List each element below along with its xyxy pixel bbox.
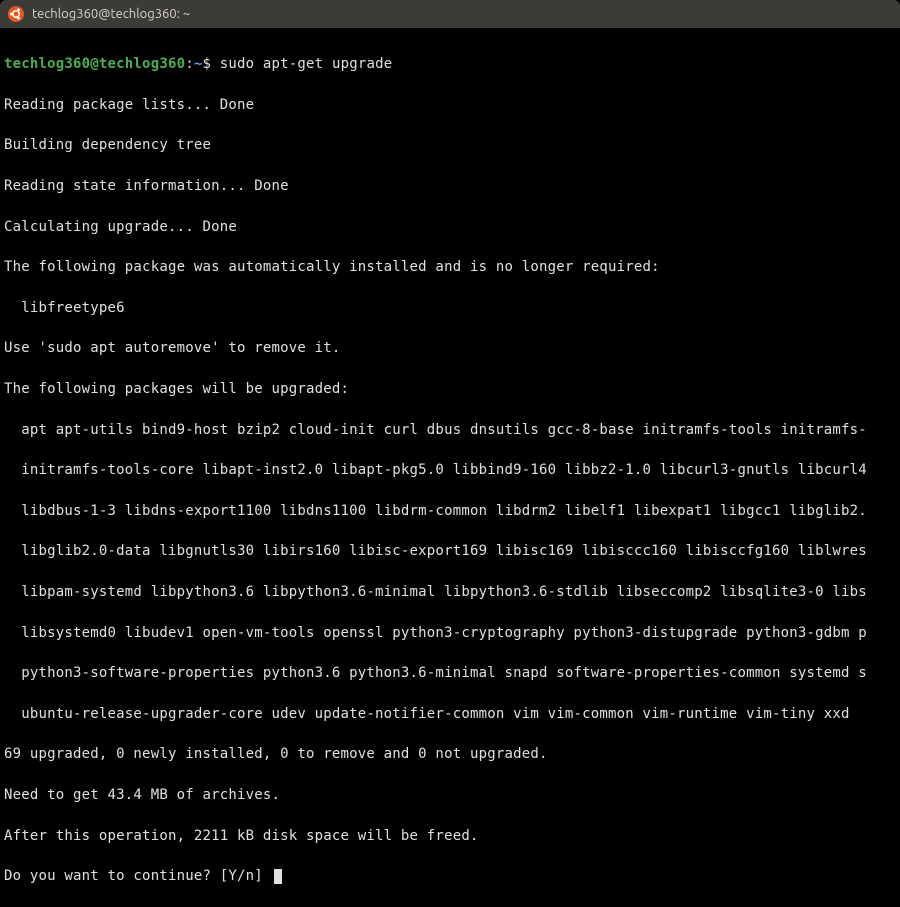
output-line: apt apt-utils bind9-host bzip2 cloud-ini… (4, 420, 896, 440)
window-titlebar[interactable]: techlog360@techlog360: ~ (0, 0, 900, 28)
output-line: libdbus-1-3 libdns-export1100 libdns1100… (4, 501, 896, 521)
output-line: libglib2.0-data libgnutls30 libirs160 li… (4, 541, 896, 561)
prompt-line: techlog360@techlog360:~$ sudo apt-get up… (4, 54, 896, 74)
output-line: Use 'sudo apt autoremove' to remove it. (4, 338, 896, 358)
output-line: Calculating upgrade... Done (4, 217, 896, 237)
output-line: Building dependency tree (4, 135, 896, 155)
output-line: The following packages will be upgraded: (4, 379, 896, 399)
output-line: Reading state information... Done (4, 176, 896, 196)
prompt-symbol: $ (202, 56, 211, 72)
confirm-prompt-text: Do you want to continue? [Y/n] (4, 868, 272, 884)
output-line: 69 upgraded, 0 newly installed, 0 to rem… (4, 744, 896, 764)
output-line: libfreetype6 (4, 298, 896, 318)
output-line: ubuntu-release-upgrader-core udev update… (4, 704, 896, 724)
confirm-prompt-line: Do you want to continue? [Y/n] (4, 866, 896, 886)
output-line: initramfs-tools-core libapt-inst2.0 liba… (4, 460, 896, 480)
window-title: techlog360@techlog360: ~ (32, 7, 190, 21)
prompt-user-host: techlog360@techlog360 (4, 56, 185, 72)
ubuntu-icon (8, 6, 24, 22)
output-line: After this operation, 2211 kB disk space… (4, 826, 896, 846)
output-line: Need to get 43.4 MB of archives. (4, 785, 896, 805)
cursor-block[interactable] (274, 869, 282, 884)
output-line: Reading package lists... Done (4, 95, 896, 115)
output-line: libsystemd0 libudev1 open-vm-tools opens… (4, 623, 896, 643)
output-line: python3-software-properties python3.6 py… (4, 663, 896, 683)
terminal-viewport[interactable]: techlog360@techlog360:~$ sudo apt-get up… (0, 28, 900, 907)
output-line: The following package was automatically … (4, 257, 896, 277)
prompt-separator: : (185, 56, 194, 72)
command-text: sudo apt-get upgrade (220, 56, 393, 72)
output-line: libpam-systemd libpython3.6 libpython3.6… (4, 582, 896, 602)
